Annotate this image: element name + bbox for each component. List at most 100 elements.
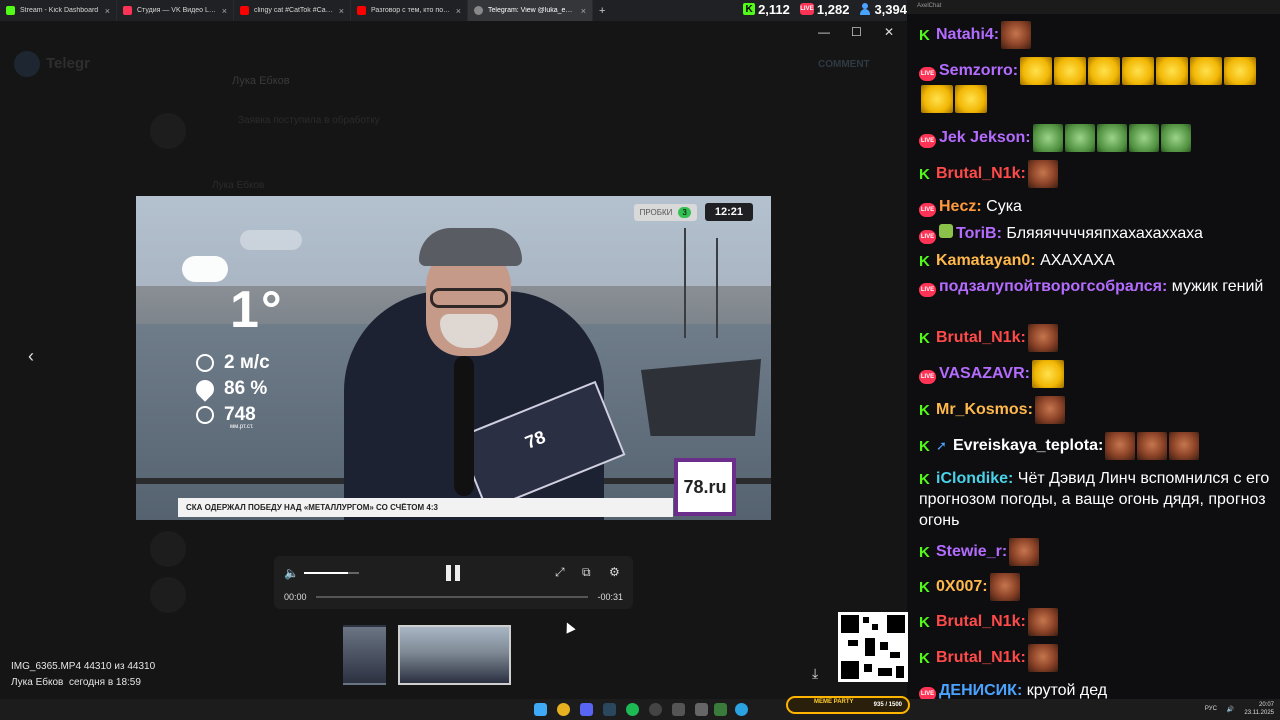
chat-nickname[interactable]: Semzorro: <box>939 62 1018 79</box>
maximize-button[interactable]: ☐ <box>851 25 862 39</box>
tab-youtube-talk[interactable]: Разговор с тем, кто поддержи… × <box>351 0 468 21</box>
seek-bar[interactable] <box>316 596 588 598</box>
chat-text: Сука <box>986 198 1022 215</box>
chat-nickname[interactable]: Evreiskaya_teplota: <box>953 437 1103 454</box>
chat-nickname[interactable]: Brutal_N1k: <box>936 613 1026 630</box>
app-icon[interactable] <box>695 703 708 716</box>
sword-badge-icon: ➚ <box>936 438 947 454</box>
qr-module <box>878 668 892 676</box>
picture-in-picture-icon[interactable]: ⧉ <box>582 565 591 580</box>
face-emote-icon <box>1105 432 1136 460</box>
tray-date: 23.11.2025 <box>1244 710 1274 716</box>
telegram-icon[interactable] <box>735 703 748 716</box>
volume-slider[interactable] <box>304 572 359 574</box>
vk-live-badge-icon: LIVE <box>919 67 936 82</box>
chat-nickname[interactable]: Mr_Kosmos: <box>936 401 1033 418</box>
steam-icon[interactable] <box>603 703 616 716</box>
tab-kick-dashboard[interactable]: Stream - Kick Dashboard × <box>0 0 117 21</box>
discord-icon[interactable] <box>580 703 593 716</box>
volume-icon[interactable]: 🔈 <box>284 566 299 580</box>
chat-message: LIVE Jek Jekson: <box>919 124 1274 152</box>
chat-message: K Brutal_N1k: <box>919 324 1274 352</box>
cloud-icon <box>182 256 228 282</box>
face-emote-icon <box>1009 538 1040 566</box>
kick-badge-icon: K <box>919 403 933 419</box>
close-viewer-button[interactable]: ✕ <box>884 25 894 39</box>
person-icon <box>859 3 871 15</box>
kick-badge-icon: K <box>919 472 933 487</box>
ghost-avatar <box>14 51 40 77</box>
media-thumbnail-active[interactable] <box>398 625 511 685</box>
file-date: сегодня в 18:59 <box>68 677 141 688</box>
vk-live-badge-icon: LIVE <box>919 370 936 385</box>
chat-nickname[interactable]: ДЕНИСИК: <box>939 682 1022 699</box>
spotify-icon[interactable] <box>626 703 639 716</box>
chat-nickname[interactable]: Jek Jekson: <box>939 129 1031 146</box>
ghost-avatar <box>150 113 186 149</box>
tab-telegram-view[interactable]: Telegram: View @luka_ebkov × <box>468 0 593 21</box>
wind-value: 2 м/с <box>224 352 270 373</box>
frog-emote-icon <box>1032 124 1063 152</box>
chat-nickname[interactable]: Hecz: <box>939 198 982 215</box>
chat-message: KiClondike: Чёт Дэвид Линч вспомнился с … <box>919 468 1274 531</box>
close-icon[interactable]: × <box>581 6 586 16</box>
face-emote-icon <box>989 573 1020 601</box>
new-tab-button[interactable]: + <box>599 5 605 17</box>
kick-viewer-count: K 2,112 <box>743 2 790 17</box>
language-indicator[interactable]: РУС <box>1205 706 1217 712</box>
chat-nickname[interactable]: Brutal_N1k: <box>936 165 1026 182</box>
close-icon[interactable]: × <box>105 6 110 16</box>
wind-icon <box>196 354 214 372</box>
face-emote-icon <box>1027 608 1058 636</box>
kick-icon: K <box>743 3 756 15</box>
chat-nickname[interactable]: подзалупойтворогсобрался: <box>939 278 1167 295</box>
obs-icon[interactable] <box>649 703 662 716</box>
drop-icon <box>192 376 218 402</box>
tab-youtube-cat[interactable]: clingy cat #CatTok #CatFails20… × <box>234 0 351 21</box>
video-frame[interactable]: 78 1° 2 м/с 86 % 748 мм.рт.ст. ПРОБКИ 3 … <box>136 196 771 520</box>
folder-logo: 78 <box>522 426 549 453</box>
tray-clock[interactable]: 20:07 23.11.2025 <box>1244 701 1274 717</box>
chat-nickname[interactable]: Brutal_N1k: <box>936 649 1026 666</box>
app-icon[interactable] <box>714 703 727 716</box>
tab-title: Stream - Kick Dashboard <box>20 7 99 14</box>
chat-nickname[interactable]: 0X007: <box>936 578 988 595</box>
kick-badge-icon: K <box>919 439 933 455</box>
close-icon[interactable]: × <box>222 6 227 16</box>
chat-message: LIVE ToriB: Бляяяччччяяпхахахаххаха <box>919 223 1274 244</box>
close-icon[interactable]: × <box>339 6 344 16</box>
kick-icon <box>6 6 15 15</box>
chat-nickname[interactable]: Kamatayan0: <box>936 252 1036 269</box>
tray-time: 20:07 <box>1258 702 1274 708</box>
pause-button[interactable] <box>446 565 460 581</box>
face-emote-icon <box>1034 396 1065 424</box>
chrome-icon[interactable] <box>557 703 570 716</box>
chat-text: Бляяяччччяяпхахахаххаха <box>1006 225 1203 242</box>
system-tray: РУС 🔊 20:07 23.11.2025 <box>1205 701 1274 717</box>
previous-media-button[interactable]: ‹ <box>28 346 34 367</box>
chat-nickname[interactable]: Natahi4: <box>936 26 999 43</box>
desktop-screen: { "browser": { "tabs": [ {"title": "Stre… <box>0 0 1280 720</box>
vk-viewer-count: LIVE 1,282 <box>799 2 849 17</box>
face-emote-icon <box>1137 432 1168 460</box>
settings-gear-icon[interactable]: ⚙ <box>609 565 620 579</box>
app-icon[interactable] <box>672 703 685 716</box>
chat-nickname[interactable]: Stewie_r: <box>936 543 1007 560</box>
face-emote-icon <box>1027 644 1058 672</box>
start-icon[interactable] <box>534 703 547 716</box>
face-emote-icon <box>1027 160 1058 188</box>
minimize-button[interactable]: — <box>818 25 830 39</box>
close-icon[interactable]: × <box>456 6 461 16</box>
chat-nickname[interactable]: iClondike: <box>936 470 1013 487</box>
media-thumbnail[interactable] <box>343 625 386 685</box>
qr-module <box>841 661 859 679</box>
tab-vk-studio[interactable]: Студия — VK Видео Live × <box>117 0 234 21</box>
chat-nickname[interactable]: Brutal_N1k: <box>936 329 1026 346</box>
fullscreen-icon[interactable]: ⤢ <box>555 565 565 580</box>
download-icon[interactable]: ⤓ <box>812 665 818 682</box>
meme-party-label: MEME PARTY <box>814 699 854 705</box>
chat-nickname[interactable]: VASAZAVR: <box>939 365 1030 382</box>
volume-tray-icon[interactable]: 🔊 <box>1227 706 1234 713</box>
laugh-emote-icon <box>1122 57 1155 85</box>
chat-nickname[interactable]: ToriB: <box>956 225 1002 242</box>
